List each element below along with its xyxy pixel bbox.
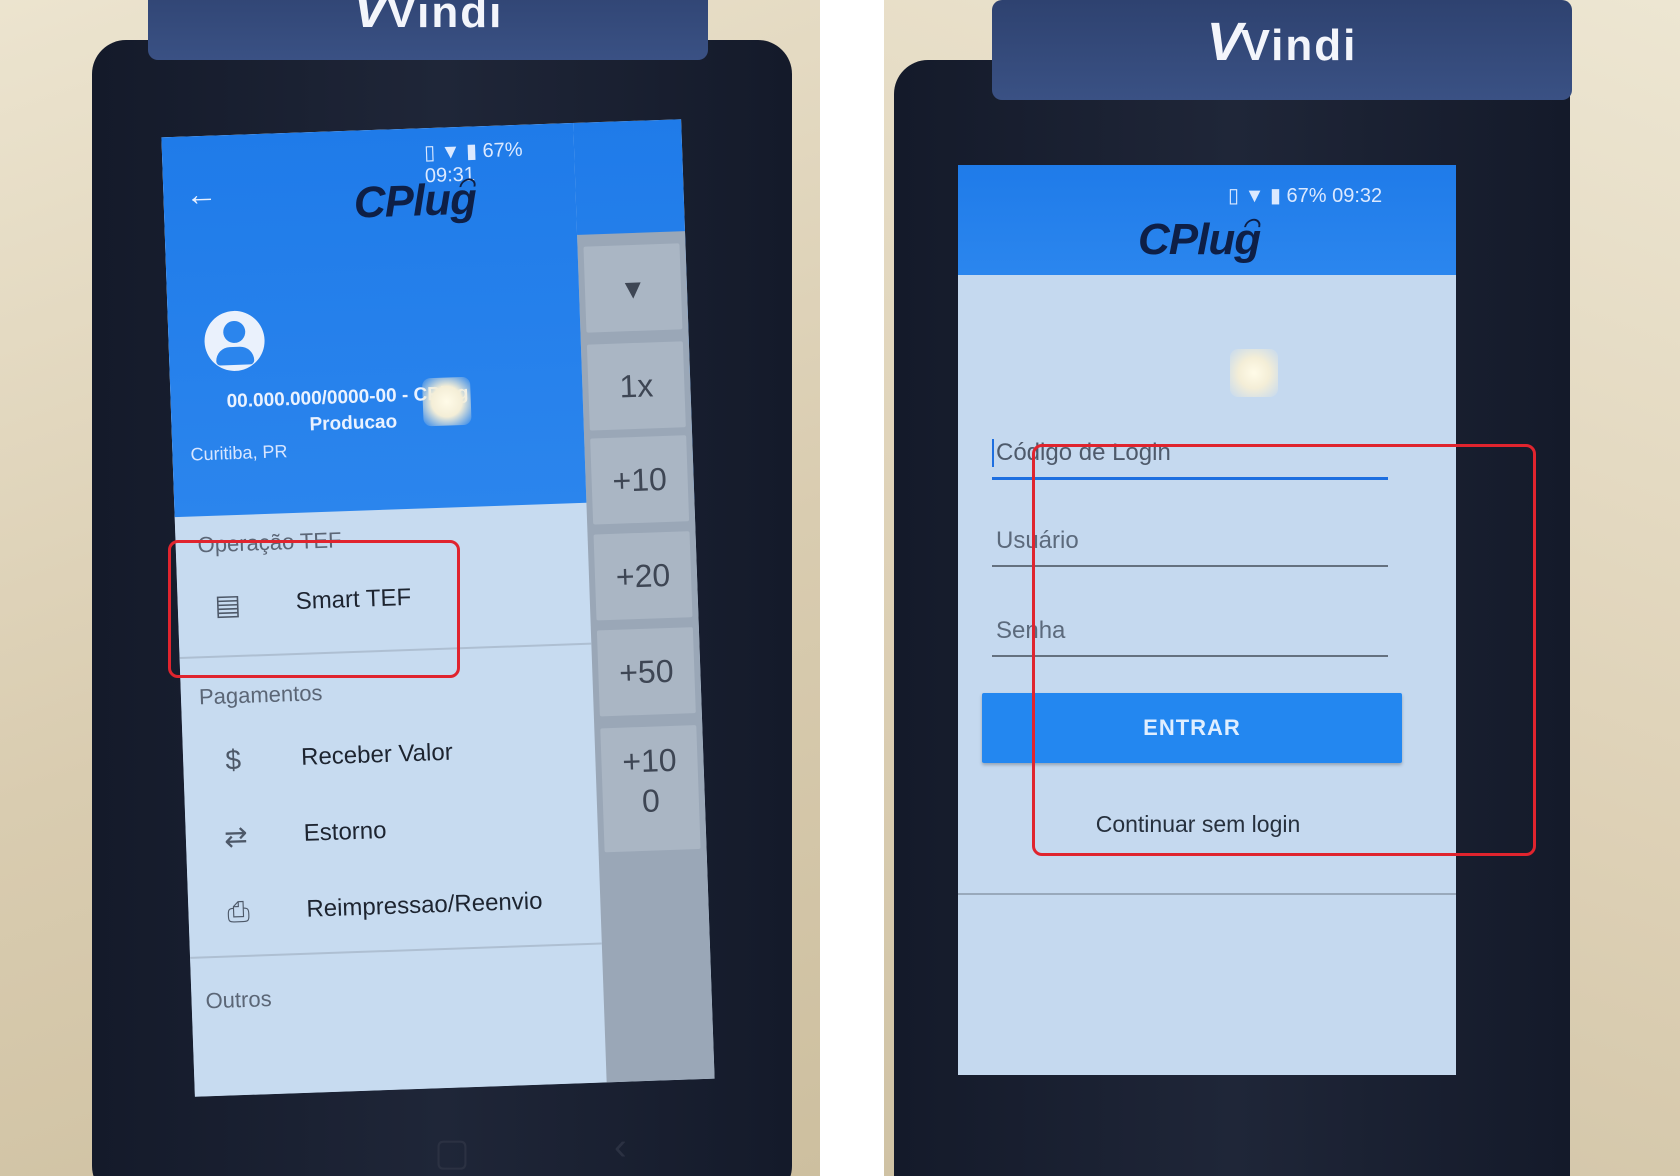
menu-item-label: Estorno [303, 816, 387, 847]
installments-cell[interactable]: 1x [586, 341, 686, 431]
user-avatar-icon [203, 309, 266, 372]
amount-plus-100[interactable]: +10 0 [600, 725, 701, 853]
account-environment: Producao [309, 411, 398, 436]
back-button-icon[interactable]: ‹ [614, 1126, 627, 1169]
status-bar: ▯ ▼ ▮ 67% 09:32 [1228, 183, 1382, 208]
amount-plus-100-line1: +10 [621, 741, 678, 780]
dollar-icon: $ [224, 743, 242, 776]
image-separator [820, 0, 884, 1176]
menu-item-estorno[interactable]: ⇄ Estorno [205, 806, 387, 862]
vibrate-icon: ▯ [1228, 185, 1240, 207]
annotation-box-login-form [1032, 444, 1536, 856]
wifi-signal-icon: ◠ [1242, 215, 1259, 237]
wifi-icon: ▼ [1244, 185, 1265, 207]
amount-plus-20[interactable]: +20 [593, 531, 693, 621]
clock: 09:32 [1332, 185, 1383, 207]
wifi-icon: ▼ [440, 140, 461, 164]
dropdown-cell[interactable]: ▾ [583, 243, 683, 333]
cplug-logo: CPlug◠ [1138, 215, 1277, 265]
wifi-signal-icon: ◠ [457, 174, 475, 198]
light-glare [1230, 349, 1278, 397]
drawer-header: ▯ ▼ ▮ 67% 09:31 ← CPlug◠ 00.000.000/0000… [161, 122, 587, 518]
printer-icon: ⎙ [226, 895, 251, 928]
battery-level: 67% [482, 138, 523, 163]
brand-plate: VVindi [992, 0, 1572, 100]
swap-arrows-icon: ⇄ [223, 820, 249, 853]
annotation-box-smart-tef [168, 540, 460, 678]
menu-item-label: Reimpressao/Reenvio [305, 887, 543, 923]
menu-item-receber-valor[interactable]: $ Receber Valor [202, 728, 453, 787]
light-glare [421, 376, 472, 427]
menu-item-label: Receber Valor [300, 738, 454, 771]
brand-plate: VVindi [148, 0, 708, 60]
cplug-logo: CPlug◠ [353, 174, 493, 229]
battery-icon: ▮ [1269, 185, 1281, 207]
divider [958, 893, 1456, 895]
divider [190, 942, 602, 959]
brand-mark: V [1206, 12, 1243, 72]
section-pagamentos: Pagamentos [198, 680, 323, 710]
account-city: Curitiba, PR [190, 441, 288, 465]
brand-mark: V [352, 0, 389, 39]
section-outros: Outros [205, 986, 272, 1014]
amount-plus-10[interactable]: +10 [590, 435, 690, 525]
brand-word: Vindi [386, 0, 504, 37]
app-bar: ▯ ▼ ▮ 67% 09:32 CPlug◠ [958, 165, 1456, 275]
battery-icon: ▮ [465, 140, 478, 163]
amount-plus-100-line2: 0 [641, 782, 661, 819]
vibrate-icon: ▯ [423, 141, 436, 165]
home-button-icon[interactable]: ▢ [434, 1130, 470, 1175]
left-photo: VVindi ▾ 1x +10 +20 +50 +10 0 ▯ ▼ ▮ 67% 0… [0, 0, 820, 1176]
amount-plus-50[interactable]: +50 [596, 627, 696, 717]
brand-word: Vindi [1240, 21, 1358, 70]
battery-level: 67% [1286, 185, 1327, 207]
menu-item-reimpressao[interactable]: ⎙ Reimpressao/Reenvio [208, 877, 544, 939]
back-arrow-icon[interactable]: ← [185, 175, 218, 213]
